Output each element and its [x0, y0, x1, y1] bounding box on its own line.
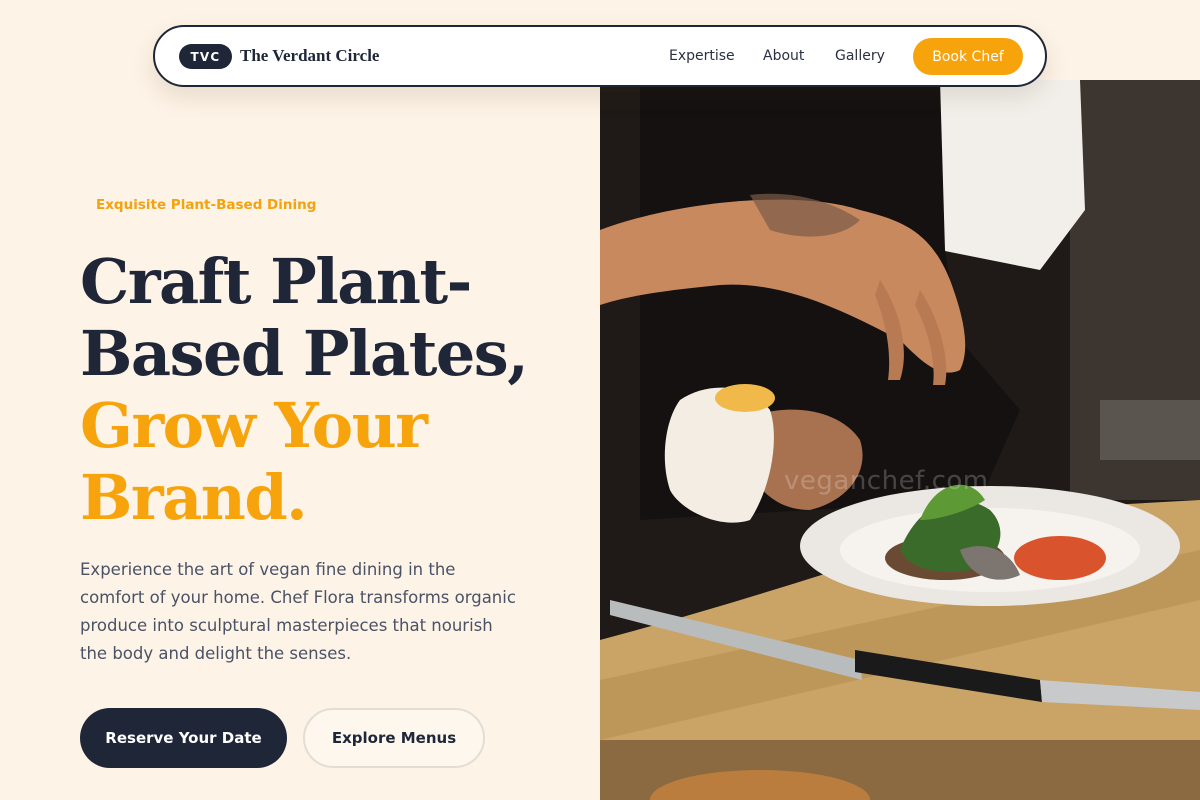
headline-accent-line-2: Brand.	[80, 461, 308, 534]
hero-description: Experience the art of vegan fine dining …	[80, 560, 516, 663]
chef-photo-illustration	[600, 80, 1200, 800]
hero-headline: Craft Plant- Based Plates, Grow Your Bra…	[80, 246, 580, 534]
hero-chef-photo: veganchef.com	[600, 80, 1200, 800]
headline-line-1: Craft Plant-	[80, 245, 472, 318]
nav-link-about[interactable]: About	[763, 48, 804, 64]
book-chef-button[interactable]: Book Chef	[913, 38, 1023, 75]
nav-link-gallery[interactable]: Gallery	[835, 48, 885, 64]
nav-link-expertise[interactable]: Expertise	[669, 48, 735, 64]
headline-accent-line-1: Grow Your	[80, 389, 428, 462]
explore-menus-button[interactable]: Explore Menus	[303, 708, 485, 768]
top-navbar: TVC The Verdant Circle Expertise About G…	[153, 25, 1047, 87]
hero-eyebrow: Exquisite Plant-Based Dining	[96, 197, 317, 213]
image-watermark: veganchef.com	[784, 466, 989, 496]
reserve-date-button[interactable]: Reserve Your Date	[80, 708, 287, 768]
logo-badge[interactable]: TVC	[179, 44, 232, 69]
brand-name[interactable]: The Verdant Circle	[240, 46, 379, 66]
headline-line-2: Based Plates,	[80, 317, 529, 390]
